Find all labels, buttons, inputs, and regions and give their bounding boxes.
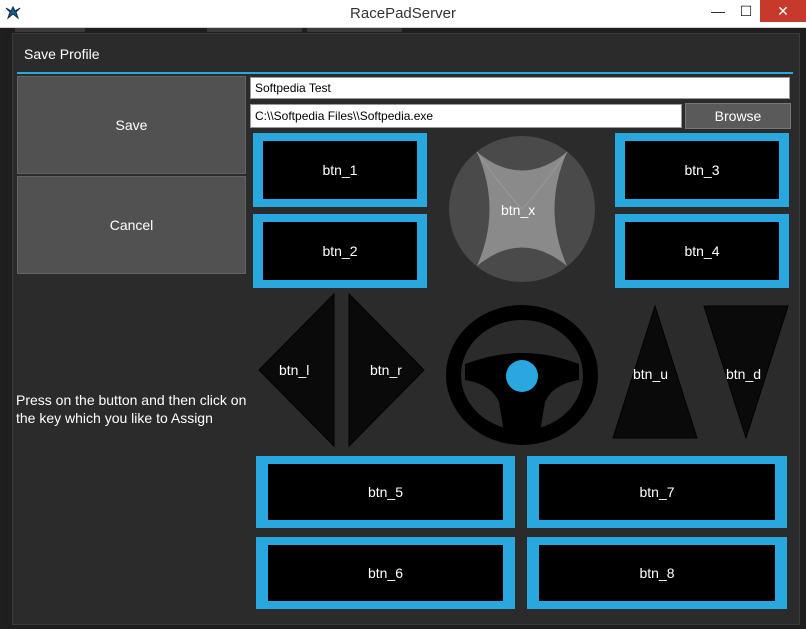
save-profile-dialog: Save Profile Save Cancel Softpedia Test …: [12, 33, 800, 625]
btn-5[interactable]: btn_5: [256, 456, 515, 528]
btn-3-label: btn_3: [625, 141, 779, 199]
window-title: RacePadServer: [350, 5, 456, 22]
btn-r-label: btn_r: [370, 362, 402, 378]
btn-2-label: btn_2: [263, 222, 417, 280]
browse-button[interactable]: Browse: [685, 103, 791, 129]
btn-d-label: btn_d: [726, 366, 762, 382]
btn-8[interactable]: btn_8: [527, 537, 787, 609]
profile-name-input[interactable]: Softpedia Test: [250, 77, 790, 99]
executable-path-input[interactable]: C:\\Softpedia Files\\Softpedia.exe: [250, 104, 682, 128]
title-divider: [17, 72, 793, 74]
btn-1[interactable]: btn_1: [253, 133, 427, 207]
background-tab: [15, 28, 85, 32]
btn-l-label: btn_l: [279, 362, 310, 378]
btn-u-label: btn_u: [633, 366, 669, 382]
maximize-button[interactable]: ☐: [733, 0, 759, 22]
btn-7-label: btn_7: [539, 464, 775, 520]
window-client-area: Save Profile Save Cancel Softpedia Test …: [2, 28, 804, 627]
minimize-button[interactable]: —: [705, 0, 731, 22]
btn-l[interactable]: btn_l: [257, 292, 335, 448]
instructions-text: Press on the button and then click on th…: [16, 392, 247, 426]
btn-6[interactable]: btn_6: [256, 537, 515, 609]
btn-r[interactable]: btn_r: [348, 292, 426, 448]
btn-x[interactable]: btn_x: [447, 134, 597, 284]
btn-4-label: btn_4: [625, 222, 779, 280]
btn-4[interactable]: btn_4: [615, 214, 789, 288]
steering-wheel: [443, 302, 601, 448]
btn-6-label: btn_6: [268, 545, 503, 601]
btn-x-label: btn_x: [501, 202, 536, 218]
background-tab: [207, 28, 302, 32]
btn-d[interactable]: btn_d: [702, 304, 790, 440]
steering-wheel-icon: [446, 305, 598, 445]
close-button[interactable]: ✕: [760, 0, 806, 22]
btn-5-label: btn_5: [268, 464, 503, 520]
background-tab: [307, 28, 402, 32]
btn-2[interactable]: btn_2: [253, 214, 427, 288]
btn-3[interactable]: btn_3: [615, 133, 789, 207]
dialog-title: Save Profile: [24, 46, 100, 62]
btn-7[interactable]: btn_7: [527, 456, 787, 528]
btn-1-label: btn_1: [263, 141, 417, 199]
cancel-button[interactable]: Cancel: [17, 176, 246, 274]
btn-u[interactable]: btn_u: [611, 304, 699, 440]
save-button[interactable]: Save: [17, 76, 246, 174]
btn-8-label: btn_8: [539, 545, 775, 601]
title-bar: RacePadServer — ☐ ✕: [0, 0, 806, 28]
